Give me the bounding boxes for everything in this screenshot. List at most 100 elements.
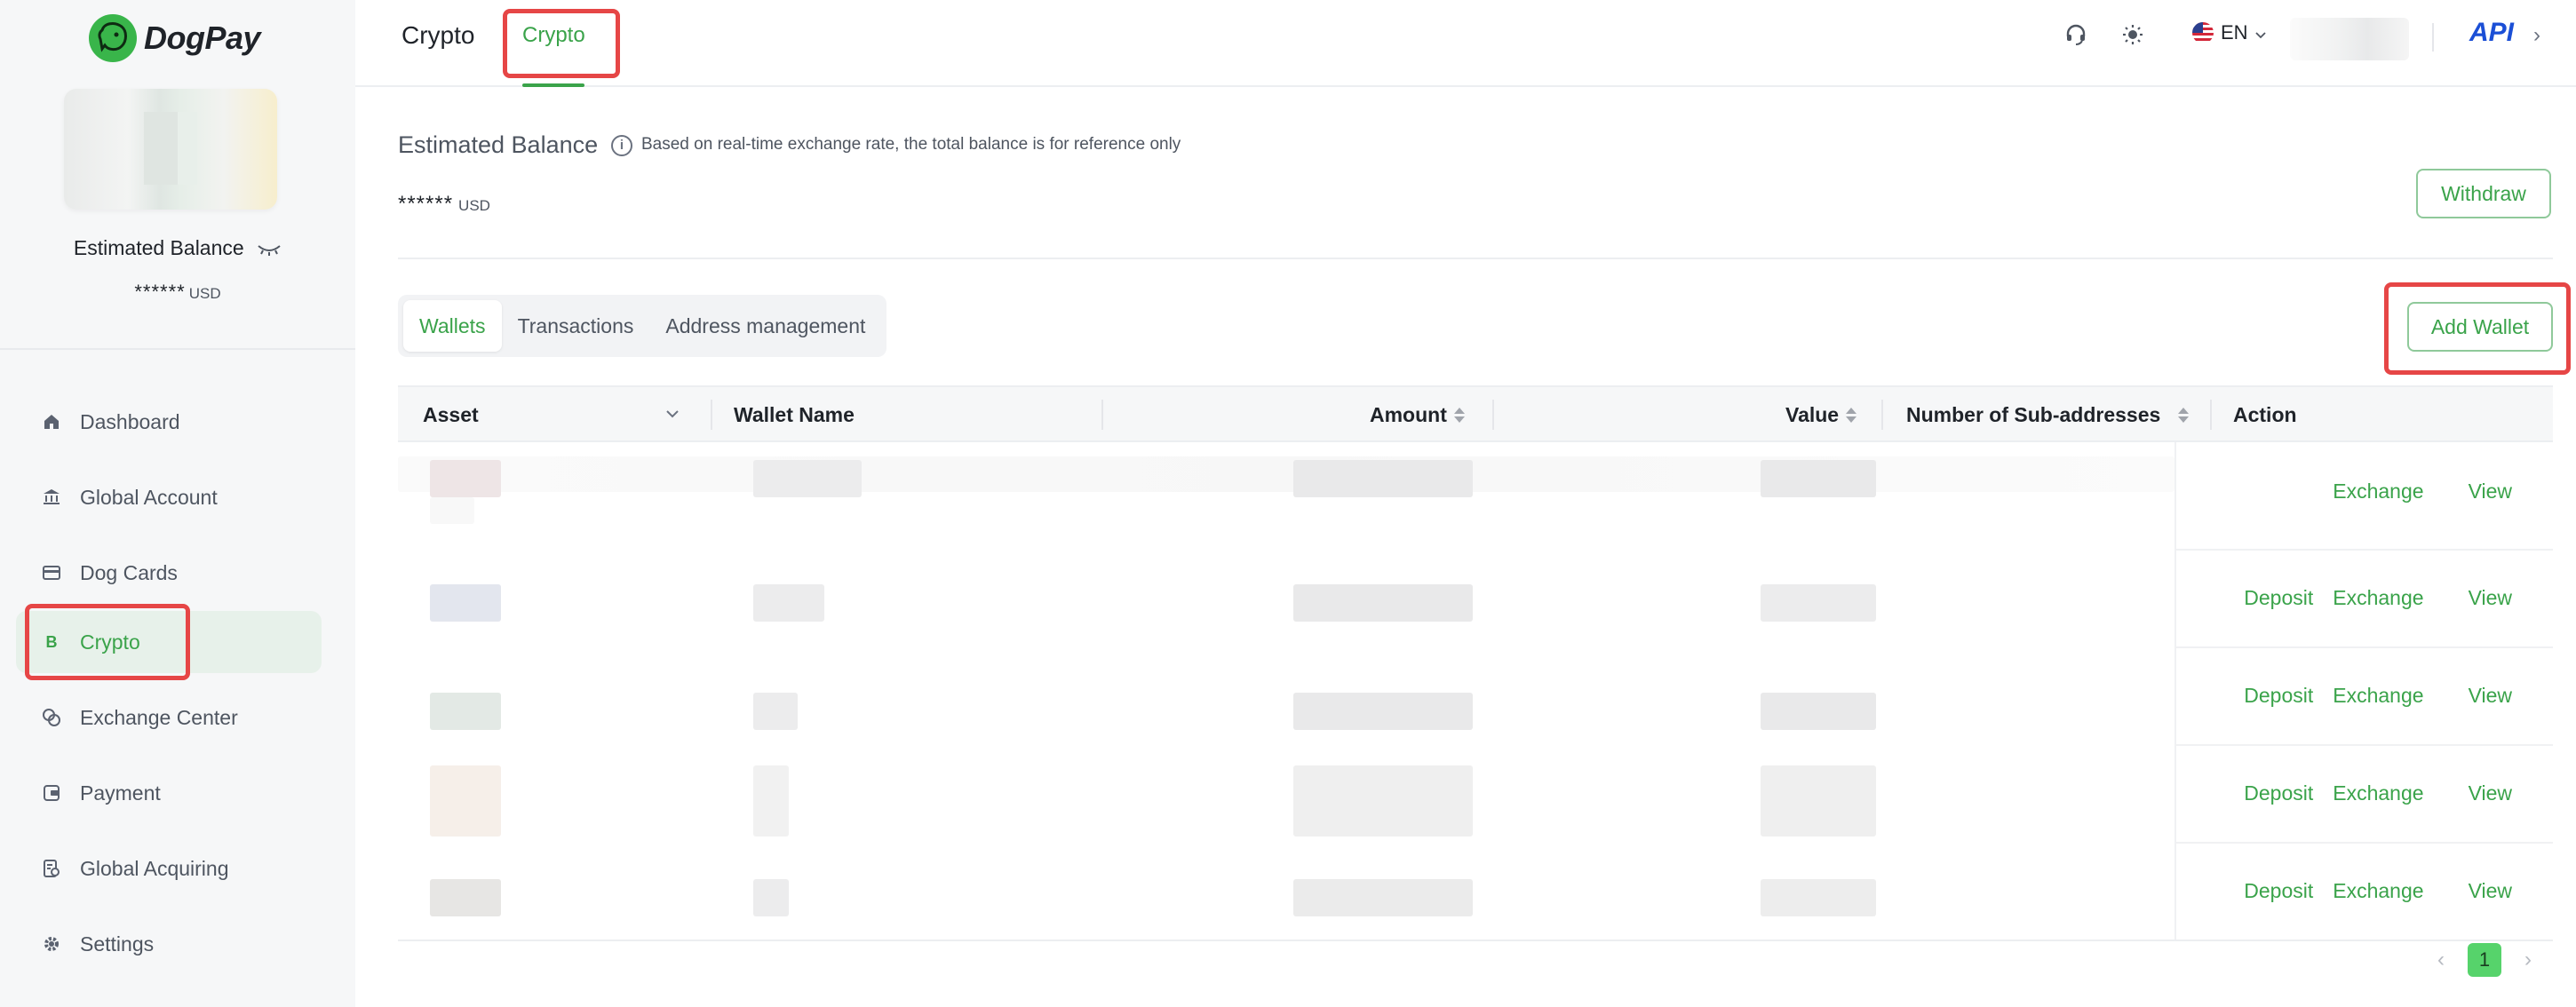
estimated-balance-title: Estimated Balance: [398, 131, 599, 158]
row-divider: [2174, 744, 2553, 746]
withdraw-button[interactable]: Withdraw: [2416, 169, 2551, 218]
balance-masked: ******: [398, 192, 454, 216]
api-link[interactable]: API: [2469, 18, 2514, 48]
card-blur-block: [144, 112, 178, 185]
redacted-wallet-name: [753, 765, 789, 837]
exchange-link[interactable]: Exchange: [2333, 586, 2423, 610]
col-action-label: Action: [2233, 402, 2297, 426]
redacted-value: [1761, 879, 1876, 916]
sidebar-item-payment[interactable]: Payment: [16, 762, 322, 824]
redacted-value: [1761, 765, 1876, 837]
dogpay-logo[interactable]: DogPay: [89, 14, 261, 62]
table-bottom-border: [398, 940, 2553, 941]
bank-icon: [41, 487, 62, 508]
sort-icon[interactable]: [1453, 407, 1465, 423]
language-code: EN: [2221, 21, 2248, 44]
sidebar-item-global-acquiring[interactable]: Global Acquiring: [16, 837, 322, 900]
view-link[interactable]: View: [2469, 586, 2512, 610]
sidebar: DogPay Estimated Balance ****** USD Dashb…: [0, 0, 355, 1007]
sort-icon[interactable]: [1846, 407, 1857, 423]
col-wallet-name: Wallet Name: [734, 387, 855, 442]
sidebar-item-settings[interactable]: Settings: [16, 913, 322, 975]
gear-icon: [41, 933, 62, 955]
sidebar-item-dog-cards[interactable]: Dog Cards: [16, 542, 322, 604]
column-divider: [1492, 400, 1494, 430]
user-avatar[interactable]: [2290, 18, 2409, 60]
sidebar-item-label: Crypto: [80, 630, 140, 654]
home-icon: [41, 411, 62, 432]
sidebar-item-crypto[interactable]: B Crypto: [16, 611, 322, 673]
chevron-down-icon: [2254, 21, 2266, 44]
chevron-left-icon[interactable]: ‹: [2437, 948, 2445, 972]
column-divider: [2210, 400, 2212, 430]
chevron-down-icon[interactable]: [666, 407, 679, 423]
redacted-row-content: [398, 456, 2174, 492]
balance-note: Based on real-time exchange rate, the to…: [641, 135, 1181, 154]
row-actions: Exchange View: [2180, 442, 2553, 540]
redacted-value: [1761, 584, 1876, 622]
headset-support-icon[interactable]: [2064, 23, 2089, 48]
table-row: Deposit Exchange View: [398, 842, 2553, 940]
redacted-asset-sub: [430, 497, 474, 524]
sidebar-item-label: Dashboard: [80, 409, 180, 433]
info-icon[interactable]: i: [611, 135, 632, 156]
pagination: ‹ 1 ›: [2437, 943, 2532, 977]
view-link[interactable]: View: [2469, 879, 2512, 903]
tab-wallets[interactable]: Wallets: [403, 300, 502, 352]
sidebar-balance-masked: ******: [134, 281, 186, 303]
deposit-link[interactable]: Deposit: [2244, 684, 2313, 708]
tab-crypto[interactable]: Crypto: [522, 23, 585, 48]
exchange-link[interactable]: Exchange: [2333, 781, 2423, 805]
row-actions: Deposit Exchange View: [2180, 646, 2553, 744]
page-1-button[interactable]: 1: [2468, 943, 2501, 977]
crypto-icon: B: [45, 632, 58, 651]
redacted-amount: [1293, 765, 1473, 837]
wallet-tabs: Wallets Transactions Address management: [398, 295, 887, 357]
view-link[interactable]: View: [2469, 781, 2512, 805]
row-actions: Deposit Exchange View: [2180, 549, 2553, 646]
sidebar-balance-unit: USD: [188, 285, 221, 302]
deposit-link[interactable]: Deposit: [2244, 586, 2313, 610]
redacted-amount: [1293, 879, 1473, 916]
active-tab-indicator: [522, 83, 584, 87]
account-card-preview: [64, 89, 277, 210]
exchange-link[interactable]: Exchange: [2333, 879, 2423, 903]
exchange-link[interactable]: Exchange: [2333, 480, 2423, 504]
redacted-asset: [430, 460, 501, 497]
top-header: Crypto Crypto EN API ›: [355, 0, 2576, 87]
chevron-right-icon[interactable]: ›: [2524, 948, 2532, 972]
sort-icon[interactable]: [2178, 407, 2190, 423]
add-wallet-button[interactable]: Add Wallet: [2407, 302, 2553, 352]
exchange-link[interactable]: Exchange: [2333, 684, 2423, 708]
redacted-asset: [430, 584, 501, 622]
view-link[interactable]: View: [2469, 480, 2512, 504]
col-sub-addresses[interactable]: Number of Sub-addresses: [1906, 387, 2190, 442]
deposit-link[interactable]: Deposit: [2244, 781, 2313, 805]
chevron-right-icon[interactable]: ›: [2533, 23, 2540, 48]
sun-theme-icon[interactable]: [2121, 23, 2146, 48]
sidebar-item-exchange-center[interactable]: Exchange Center: [16, 686, 322, 749]
view-link[interactable]: View: [2469, 684, 2512, 708]
col-value[interactable]: Value: [1785, 387, 1857, 442]
sidebar-item-label: Payment: [80, 781, 161, 805]
redacted-amount: [1293, 693, 1473, 730]
row-divider: [2174, 549, 2553, 551]
sidebar-item-label: Global Account: [80, 485, 218, 509]
card-icon: [41, 562, 62, 583]
sidebar-balance: Estimated Balance: [0, 236, 355, 261]
deposit-link[interactable]: Deposit: [2244, 879, 2313, 903]
sidebar-balance-value: ****** USD: [0, 281, 355, 304]
row-divider: [2174, 842, 2553, 844]
eye-closed-icon[interactable]: [257, 237, 282, 261]
col-amount[interactable]: Amount: [1370, 387, 1465, 442]
sidebar-item-dashboard[interactable]: Dashboard: [16, 391, 322, 453]
tab-transactions[interactable]: Transactions: [502, 300, 650, 352]
dog-logo-icon: [89, 14, 137, 62]
table-row: Deposit Exchange View: [398, 549, 2553, 646]
col-asset[interactable]: Asset: [423, 387, 479, 442]
sidebar-item-global-account[interactable]: Global Account: [16, 466, 322, 528]
col-sub-addresses-label: Number of Sub-addresses: [1906, 402, 2161, 426]
brand-name: DogPay: [144, 20, 261, 56]
language-selector[interactable]: EN: [2192, 21, 2266, 44]
tab-address-management[interactable]: Address management: [649, 300, 881, 352]
